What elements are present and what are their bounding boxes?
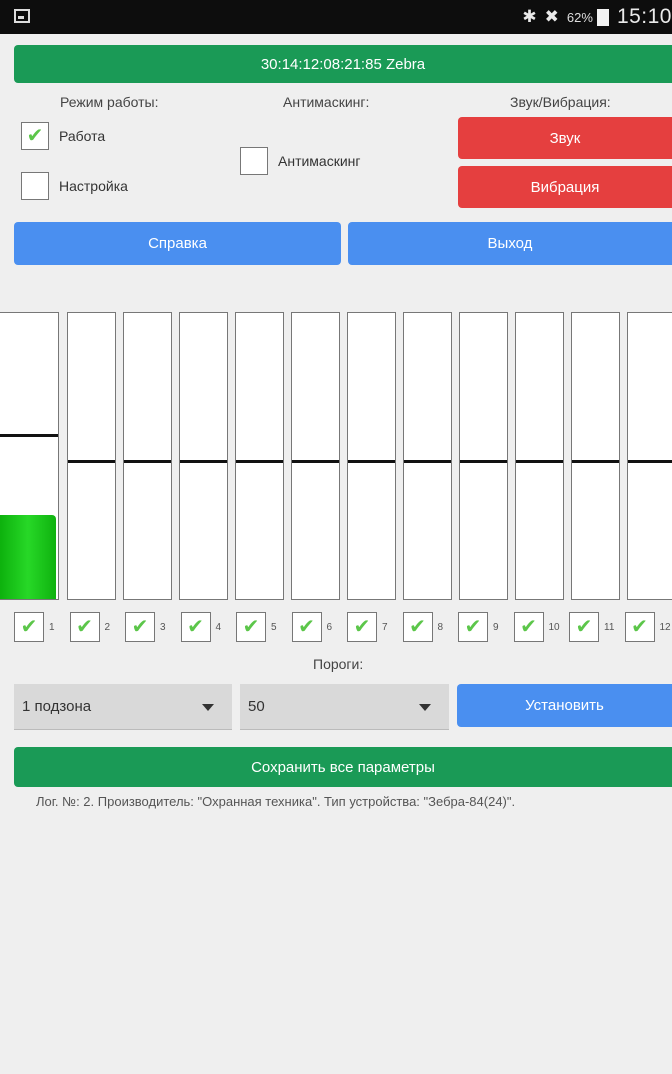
- sound-vibration-header: Звук/Вибрация:: [510, 94, 611, 110]
- thresholds-header: Пороги:: [313, 656, 364, 672]
- status-bar: ✱ ✖ 62% 15:10: [0, 0, 672, 34]
- zone-level-bar-5: [235, 312, 284, 600]
- zone-toggle-11[interactable]: 11: [569, 612, 614, 642]
- zone-toggle-12[interactable]: 12: [624, 612, 671, 642]
- battery-icon: [596, 8, 609, 26]
- zone-level-bars: [0, 312, 672, 602]
- zone-toggle-7[interactable]: 7: [347, 612, 388, 642]
- zone-toggle-2[interactable]: 2: [69, 612, 111, 642]
- device-info-text: Лог. №: 2. Производитель: "Охранная техн…: [36, 794, 516, 809]
- bluetooth-icon: ✱: [522, 7, 537, 26]
- zone-level-bar-6: [291, 312, 340, 600]
- screenshot-icon: [14, 9, 30, 23]
- zone-toggle-1[interactable]: 1: [14, 612, 55, 642]
- zone-threshold-line[interactable]: [628, 460, 672, 463]
- zone-number: 3: [160, 621, 166, 633]
- help-button[interactable]: Справка: [14, 222, 341, 265]
- zone-threshold-line[interactable]: [348, 460, 395, 463]
- zone-threshold-line[interactable]: [516, 460, 563, 463]
- antimasking-header: Антимаскинг:: [283, 94, 370, 110]
- zone-number: 11: [604, 621, 615, 633]
- zone-threshold-line[interactable]: [0, 434, 58, 437]
- zone-threshold-line[interactable]: [68, 460, 115, 463]
- zone-toggle-10[interactable]: 10: [513, 612, 560, 642]
- mode-setup-option[interactable]: Настройка: [21, 172, 128, 200]
- zone-checkbox[interactable]: [180, 612, 211, 642]
- zone-toggle-4[interactable]: 4: [180, 612, 222, 642]
- zone-number: 9: [493, 621, 499, 633]
- antimasking-checkbox[interactable]: [240, 147, 268, 175]
- zone-level-bar-11: [571, 312, 620, 600]
- zone-level-bar-3: [123, 312, 172, 600]
- dropdown-arrow-icon: [202, 704, 214, 711]
- zone-level-bar-1: [0, 312, 59, 600]
- zone-level-bar-12: [627, 312, 672, 600]
- zone-level-bar-4: [179, 312, 228, 600]
- zone-number: 5: [271, 621, 277, 633]
- threshold-value-select[interactable]: 50: [240, 684, 449, 730]
- mode-setup-label: Настройка: [59, 178, 128, 194]
- clock: 15:10: [616, 5, 672, 28]
- exit-button[interactable]: Выход: [348, 222, 672, 265]
- zone-level-bar-7: [347, 312, 396, 600]
- zone-toggle-9[interactable]: 9: [458, 612, 499, 642]
- zone-threshold-line[interactable]: [460, 460, 507, 463]
- zone-checkbox[interactable]: [402, 612, 433, 642]
- zone-toggle-8[interactable]: 8: [402, 612, 444, 642]
- zone-checkbox[interactable]: [624, 612, 655, 642]
- zone-threshold-line[interactable]: [572, 460, 619, 463]
- zone-toggle-3[interactable]: 3: [125, 612, 166, 642]
- mode-work-option[interactable]: Работа: [21, 122, 105, 150]
- zone-number: 7: [382, 621, 388, 633]
- threshold-value-select-value: 50: [248, 698, 265, 715]
- zone-number: 6: [326, 621, 333, 633]
- set-threshold-button[interactable]: Установить: [457, 684, 672, 727]
- zone-checkbox[interactable]: [347, 612, 377, 642]
- antimasking-label: Антимаскинг: [278, 153, 361, 169]
- zone-checkbox[interactable]: [14, 612, 44, 642]
- zone-number: 10: [548, 621, 560, 633]
- zone-checkbox[interactable]: [125, 612, 155, 642]
- subzone-select[interactable]: 1 подзона: [14, 684, 232, 730]
- zone-threshold-line[interactable]: [180, 460, 227, 463]
- zone-checkbox[interactable]: [69, 612, 100, 642]
- zone-threshold-line[interactable]: [404, 460, 451, 463]
- battery-percent: 62%: [566, 9, 593, 25]
- zone-number: 2: [104, 621, 111, 633]
- zone-level-fill: [0, 515, 56, 599]
- zone-checkbox[interactable]: [513, 612, 544, 642]
- zone-level-bar-10: [515, 312, 564, 600]
- sound-button[interactable]: Звук: [458, 117, 672, 159]
- mode-work-label: Работа: [59, 128, 106, 144]
- zone-level-bar-9: [459, 312, 508, 600]
- zone-number: 12: [659, 621, 671, 633]
- mode-work-checkbox[interactable]: [21, 122, 49, 150]
- zone-level-bar-8: [403, 312, 452, 600]
- zone-checkbox[interactable]: [236, 612, 266, 642]
- zone-threshold-line[interactable]: [292, 460, 339, 463]
- zone-checkbox[interactable]: [569, 612, 599, 642]
- zone-checkbox[interactable]: [458, 612, 488, 642]
- save-all-button[interactable]: Сохранить все параметры: [14, 747, 672, 787]
- zone-number: 1: [49, 621, 55, 633]
- mode-header: Режим работы:: [60, 94, 159, 110]
- signal-muted-icon: ✖: [544, 7, 559, 26]
- zone-threshold-line[interactable]: [236, 460, 283, 463]
- zone-toggle-6[interactable]: 6: [291, 612, 333, 642]
- zone-threshold-line[interactable]: [124, 460, 171, 463]
- zone-level-bar-2: [67, 312, 116, 600]
- dropdown-arrow-icon: [419, 704, 431, 711]
- zone-number: 8: [437, 621, 444, 633]
- device-title-bar: 30:14:12:08:21:85 Zebra: [14, 45, 672, 83]
- zone-checkbox[interactable]: [291, 612, 322, 642]
- antimasking-option[interactable]: Антимаскинг: [240, 147, 361, 175]
- mode-setup-checkbox[interactable]: [21, 172, 49, 200]
- zone-number: 4: [215, 621, 222, 633]
- zone-toggle-5[interactable]: 5: [236, 612, 277, 642]
- zone-checkboxes: 123456789101112: [0, 612, 672, 644]
- vibration-button[interactable]: Вибрация: [458, 166, 672, 208]
- subzone-select-value: 1 подзона: [22, 698, 92, 715]
